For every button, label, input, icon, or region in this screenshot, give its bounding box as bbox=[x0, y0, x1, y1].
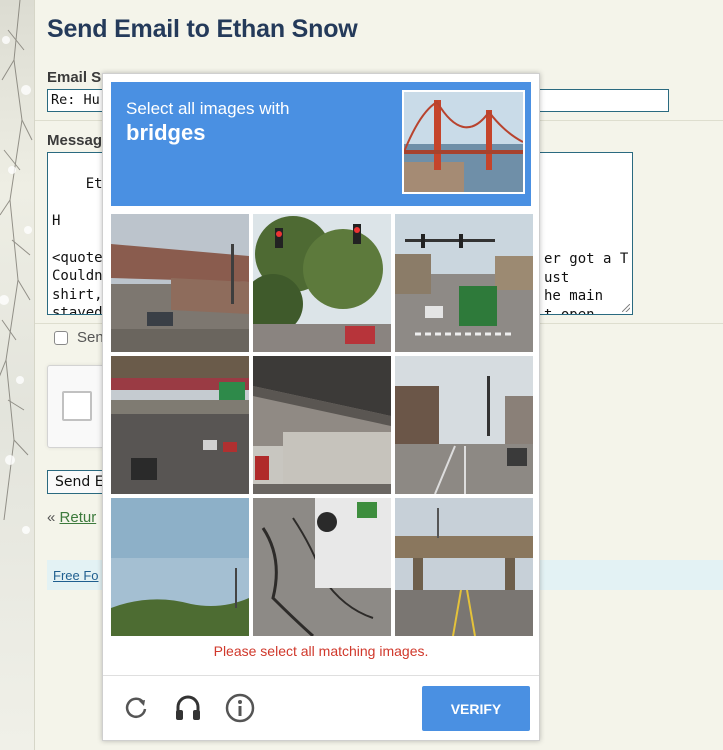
captcha-tile[interactable] bbox=[395, 356, 533, 494]
captcha-tile[interactable] bbox=[111, 214, 249, 352]
captcha-tile[interactable] bbox=[253, 356, 391, 494]
info-icon[interactable] bbox=[224, 692, 256, 724]
reload-icon[interactable] bbox=[120, 692, 152, 724]
captcha-tile[interactable] bbox=[111, 498, 249, 636]
save-copy-label: Sen bbox=[77, 329, 104, 346]
return-prefix: « bbox=[47, 509, 56, 526]
captcha-tile[interactable] bbox=[395, 214, 533, 352]
captcha-instruction: Select all images with bbox=[126, 99, 290, 118]
recaptcha-checkbox[interactable] bbox=[62, 391, 92, 421]
message-text-tail: er got a T ust he main t open bbox=[544, 251, 629, 315]
subject-label: Email S bbox=[47, 69, 102, 86]
verify-button[interactable]: VERIFY bbox=[422, 686, 530, 731]
audio-icon[interactable] bbox=[172, 692, 204, 724]
captcha-error-message: Please select all matching images. bbox=[213, 643, 429, 659]
message-label: Messag bbox=[47, 132, 103, 149]
captcha-tile[interactable] bbox=[253, 498, 391, 636]
snow-tree-decoration bbox=[0, 0, 34, 750]
captcha-tile[interactable] bbox=[253, 214, 391, 352]
page-title: Send Email to Ethan Snow bbox=[47, 15, 358, 43]
resize-grip-icon[interactable] bbox=[622, 304, 630, 312]
sample-bridge-image bbox=[402, 90, 525, 194]
captcha-image-grid bbox=[111, 214, 533, 636]
captcha-tile[interactable] bbox=[111, 356, 249, 494]
captcha-target: bridges bbox=[126, 120, 206, 145]
captcha-challenge-popup: Select all images with bridges Please se… bbox=[102, 73, 540, 741]
return-link-row: « Retur bbox=[47, 509, 96, 526]
divider bbox=[103, 675, 539, 676]
captcha-tile[interactable] bbox=[395, 498, 533, 636]
footer-link[interactable]: Free Fo bbox=[53, 568, 99, 583]
return-link[interactable]: Retur bbox=[60, 509, 97, 526]
save-copy-checkbox[interactable] bbox=[54, 331, 68, 345]
captcha-header: Select all images with bridges bbox=[111, 82, 531, 206]
